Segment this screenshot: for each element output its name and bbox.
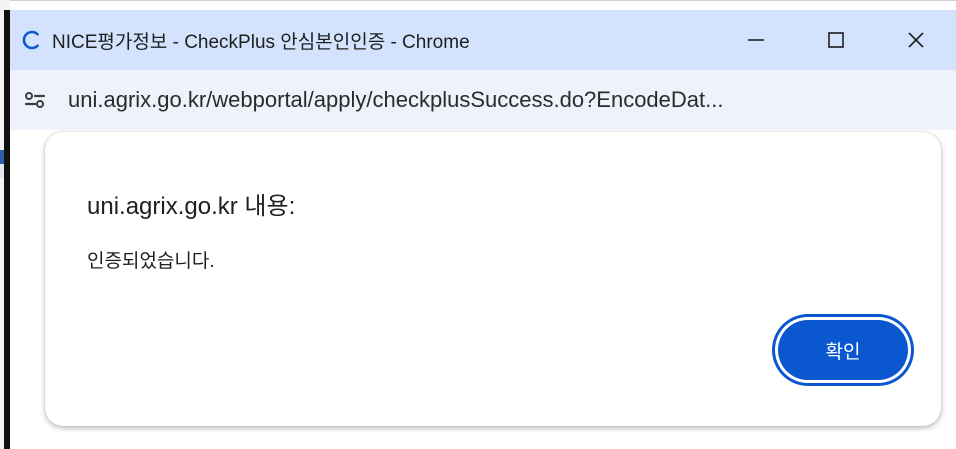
window-title: NICE평가정보 - CheckPlus 안심본인인증 - Chrome	[52, 31, 470, 53]
ok-button[interactable]: 확인	[778, 320, 908, 380]
title-bar[interactable]: NICE평가정보 - CheckPlus 안심본인인증 - Chrome	[10, 10, 956, 70]
screen: NICE평가정보 - CheckPlus 안심본인인증 - Chrome uni…	[0, 0, 956, 449]
url-text[interactable]: uni.agrix.go.kr/webportal/apply/checkplu…	[68, 87, 723, 113]
maximize-icon	[828, 32, 844, 48]
maximize-button[interactable]	[796, 10, 876, 70]
minimize-button[interactable]	[716, 10, 796, 70]
loading-spinner-icon	[20, 29, 42, 51]
site-info-tune-icon	[24, 92, 46, 108]
background-top-border	[0, 0, 956, 1]
minimize-icon	[748, 39, 764, 41]
dialog-message: 인증되었습니다.	[87, 251, 215, 272]
dialog-title: uni.agrix.go.kr 내용:	[87, 193, 296, 220]
address-bar[interactable]: uni.agrix.go.kr/webportal/apply/checkplu…	[10, 70, 956, 130]
site-info-button[interactable]	[18, 83, 52, 117]
window-controls	[716, 10, 956, 70]
popup-window: NICE평가정보 - CheckPlus 안심본인인증 - Chrome uni…	[4, 10, 956, 449]
close-icon	[908, 32, 924, 48]
close-button[interactable]	[876, 10, 956, 70]
alert-dialog: uni.agrix.go.kr 내용: 인증되었습니다. 확인	[45, 132, 941, 426]
